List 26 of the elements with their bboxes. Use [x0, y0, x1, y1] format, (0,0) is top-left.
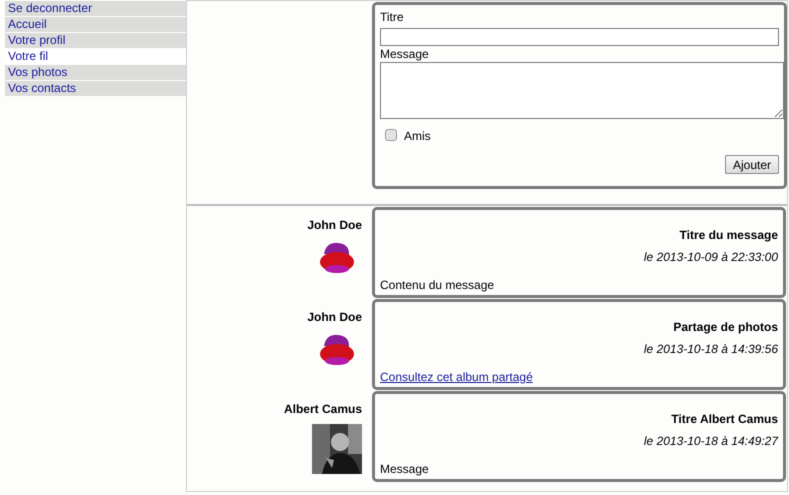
- author-name: John Doe: [307, 310, 362, 325]
- album-link[interactable]: Consultez cet album partagé: [380, 370, 533, 385]
- post-date: le 2013-10-09 à 22:33:00: [644, 250, 778, 265]
- nav-link[interactable]: Accueil: [5, 17, 186, 32]
- nav-link[interactable]: Se deconnecter: [5, 1, 186, 16]
- message-field[interactable]: [380, 62, 784, 119]
- post-date: le 2013-10-18 à 14:39:56: [644, 342, 778, 357]
- post-body: Contenu du message: [380, 278, 494, 293]
- avatar-icon: [318, 332, 356, 366]
- post-title: Titre Albert Camus: [671, 412, 778, 427]
- avatar-icon: [318, 240, 356, 274]
- author-name: John Doe: [307, 218, 362, 233]
- post-title: Partage de photos: [673, 320, 778, 335]
- add-button[interactable]: Ajouter: [724, 155, 779, 174]
- post-body: Message: [380, 462, 429, 477]
- post-date: le 2013-10-18 à 14:49:27: [644, 434, 778, 449]
- field-label: Message: [380, 47, 430, 62]
- checkbox[interactable]: [385, 129, 397, 141]
- checkbox-label: Amis: [404, 128, 431, 145]
- field-label: Titre: [380, 10, 405, 25]
- post-title: Titre du message: [680, 228, 778, 243]
- nav-link[interactable]: Votre profil: [5, 33, 186, 48]
- nav-link[interactable]: Vos contacts: [5, 81, 186, 96]
- author-name: Albert Camus: [284, 402, 362, 417]
- nav-link[interactable]: Vos photos: [5, 65, 186, 80]
- title-field[interactable]: [380, 28, 779, 46]
